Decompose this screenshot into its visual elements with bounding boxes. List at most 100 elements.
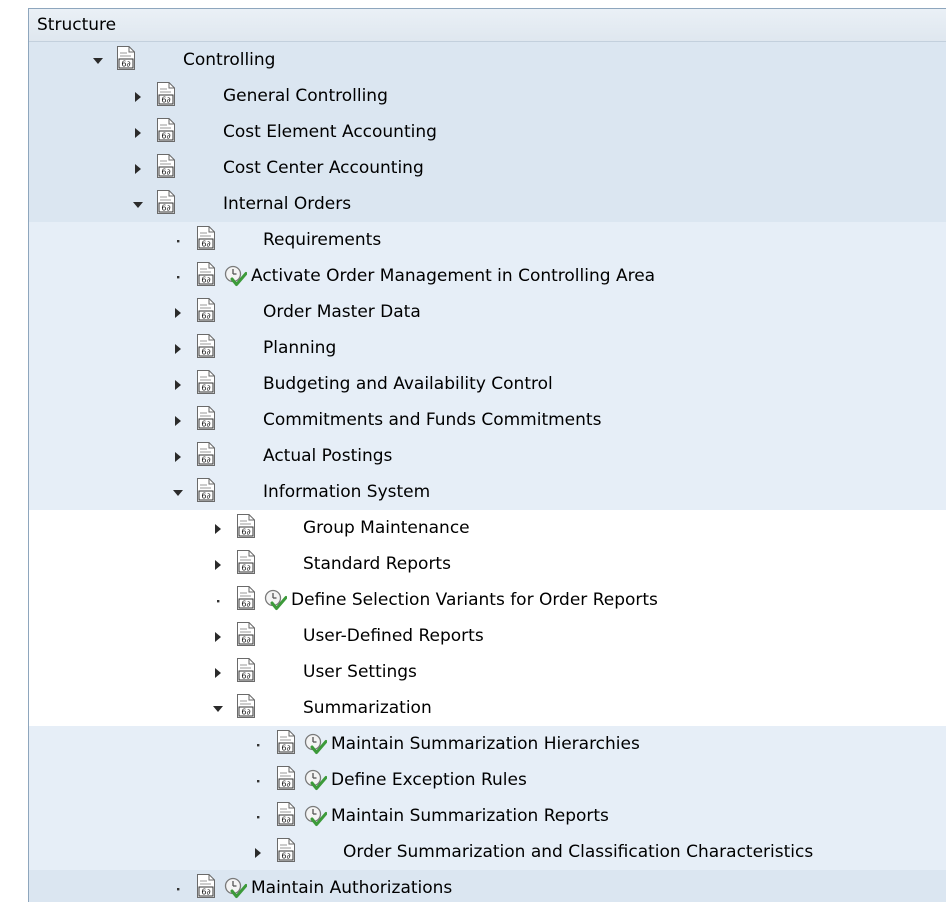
tree-node[interactable]: 6∂ Maintain Authorizations <box>29 870 946 902</box>
tree-node-label[interactable]: Order Master Data <box>263 301 421 323</box>
svg-text:6∂: 6∂ <box>201 888 210 897</box>
tree-node[interactable]: 6∂ User-Defined Reports <box>29 618 946 654</box>
tree-node[interactable]: 6∂ Define Selection Variants for Order Re… <box>29 582 946 618</box>
tree-node-label[interactable]: Planning <box>263 337 336 359</box>
documentation-icon[interactable]: 6∂ <box>236 693 256 719</box>
documentation-icon[interactable]: 6∂ <box>196 405 216 431</box>
tree-node[interactable]: 6∂ Cost Center Accounting <box>29 150 946 186</box>
documentation-icon[interactable]: 6∂ <box>156 153 176 179</box>
documentation-icon[interactable]: 6∂ <box>196 477 216 503</box>
execute-activity-icon[interactable] <box>263 588 288 612</box>
documentation-icon[interactable]: 6∂ <box>236 585 256 611</box>
tree-node-label[interactable]: Maintain Authorizations <box>251 877 452 899</box>
tree-node-label[interactable]: Requirements <box>263 229 381 251</box>
documentation-icon[interactable]: 6∂ <box>276 801 296 827</box>
documentation-icon[interactable]: 6∂ <box>156 117 176 143</box>
documentation-icon[interactable]: 6∂ <box>196 441 216 467</box>
tree-node-label[interactable]: User-Defined Reports <box>303 625 484 647</box>
tree-node[interactable]: 6∂ Summarization <box>29 690 946 726</box>
collapse-triangle-right-icon[interactable] <box>211 629 225 643</box>
collapse-triangle-right-icon[interactable] <box>211 521 225 535</box>
tree-node[interactable]: 6∂ Information System <box>29 474 946 510</box>
tree-node[interactable]: 6∂ Define Exception Rules <box>29 762 946 798</box>
collapse-triangle-right-icon[interactable] <box>171 413 185 427</box>
tree-node-label[interactable]: Group Maintenance <box>303 517 470 539</box>
tree-node-label[interactable]: Commitments and Funds Commitments <box>263 409 601 431</box>
documentation-icon[interactable]: 6∂ <box>156 189 176 215</box>
tree-node[interactable]: 6∂ Order Summarization and Classification… <box>29 834 946 870</box>
tree-node-label[interactable]: Budgeting and Availability Control <box>263 373 553 395</box>
tree-node[interactable]: 6∂ Controlling <box>29 42 946 78</box>
execute-activity-icon[interactable] <box>303 768 328 792</box>
tree-node[interactable]: 6∂ Activate Order Management in Controlli… <box>29 258 946 294</box>
tree-node-label[interactable]: Maintain Summarization Hierarchies <box>331 733 640 755</box>
collapse-triangle-right-icon[interactable] <box>131 125 145 139</box>
expand-triangle-down-icon[interactable] <box>91 53 105 67</box>
tree-node[interactable]: 6∂ User Settings <box>29 654 946 690</box>
documentation-icon[interactable]: 6∂ <box>116 45 136 71</box>
expand-triangle-down-icon[interactable] <box>131 197 145 211</box>
tree-node[interactable]: 6∂ Commitments and Funds Commitments <box>29 402 946 438</box>
tree-node[interactable]: 6∂ Cost Element Accounting <box>29 114 946 150</box>
tree-node-label[interactable]: Cost Element Accounting <box>223 121 437 143</box>
svg-text:6∂: 6∂ <box>201 348 210 357</box>
documentation-icon[interactable]: 6∂ <box>196 333 216 359</box>
tree-node[interactable]: 6∂ Requirements <box>29 222 946 258</box>
tree-node[interactable]: 6∂ Planning <box>29 330 946 366</box>
tree-node[interactable]: 6∂ Internal Orders <box>29 186 946 222</box>
tree-node[interactable]: 6∂ Standard Reports <box>29 546 946 582</box>
collapse-triangle-right-icon[interactable] <box>171 341 185 355</box>
collapse-triangle-right-icon[interactable] <box>211 665 225 679</box>
documentation-icon[interactable]: 6∂ <box>236 657 256 683</box>
tree-node-label[interactable]: Information System <box>263 481 430 503</box>
svg-text:6∂: 6∂ <box>201 420 210 429</box>
tree-node[interactable]: 6∂ Maintain Summarization Hierarchies <box>29 726 946 762</box>
documentation-icon[interactable]: 6∂ <box>196 873 216 899</box>
documentation-icon[interactable]: 6∂ <box>236 513 256 539</box>
structure-column-header[interactable]: Structure <box>29 9 946 42</box>
tree-node-label[interactable]: Summarization <box>303 697 432 719</box>
expand-triangle-down-icon[interactable] <box>211 701 225 715</box>
tree-node[interactable]: 6∂ Maintain Summarization Reports <box>29 798 946 834</box>
documentation-icon[interactable]: 6∂ <box>276 729 296 755</box>
documentation-icon[interactable]: 6∂ <box>236 621 256 647</box>
tree-node-label[interactable]: Internal Orders <box>223 193 351 215</box>
tree-node-label[interactable]: Controlling <box>183 49 275 71</box>
tree-node-label[interactable]: Maintain Summarization Reports <box>331 805 609 827</box>
documentation-icon[interactable]: 6∂ <box>156 81 176 107</box>
documentation-icon[interactable]: 6∂ <box>196 369 216 395</box>
tree-node-label[interactable]: Cost Center Accounting <box>223 157 424 179</box>
tree-node[interactable]: 6∂ General Controlling <box>29 78 946 114</box>
collapse-triangle-right-icon[interactable] <box>251 845 265 859</box>
collapse-triangle-right-icon[interactable] <box>171 449 185 463</box>
collapse-triangle-right-icon[interactable] <box>211 557 225 571</box>
execute-activity-icon[interactable] <box>303 732 328 756</box>
documentation-icon[interactable]: 6∂ <box>276 837 296 863</box>
documentation-icon[interactable]: 6∂ <box>196 225 216 251</box>
execute-activity-icon[interactable] <box>223 876 248 900</box>
tree-node-label[interactable]: Activate Order Management in Controlling… <box>251 265 655 287</box>
tree-node-label[interactable]: Define Exception Rules <box>331 769 527 791</box>
execute-activity-icon[interactable] <box>303 804 328 828</box>
tree-node[interactable]: 6∂ Group Maintenance <box>29 510 946 546</box>
documentation-icon[interactable]: 6∂ <box>276 765 296 791</box>
tree-node-label[interactable]: Actual Postings <box>263 445 392 467</box>
tree-node[interactable]: 6∂ Order Master Data <box>29 294 946 330</box>
tree-node-label[interactable]: General Controlling <box>223 85 388 107</box>
tree-node[interactable]: 6∂ Budgeting and Availability Control <box>29 366 946 402</box>
tree-node[interactable]: 6∂ Actual Postings <box>29 438 946 474</box>
tree-node-label[interactable]: Define Selection Variants for Order Repo… <box>291 589 658 611</box>
documentation-icon[interactable]: 6∂ <box>196 297 216 323</box>
expand-triangle-down-icon[interactable] <box>171 485 185 499</box>
collapse-triangle-right-icon[interactable] <box>131 161 145 175</box>
collapse-triangle-right-icon[interactable] <box>131 89 145 103</box>
documentation-icon[interactable]: 6∂ <box>236 549 256 575</box>
tree-node-label[interactable]: Standard Reports <box>303 553 451 575</box>
execute-activity-icon[interactable] <box>223 264 248 288</box>
svg-text:6∂: 6∂ <box>241 708 250 717</box>
tree-node-label[interactable]: Order Summarization and Classification C… <box>343 841 813 863</box>
collapse-triangle-right-icon[interactable] <box>171 305 185 319</box>
tree-node-label[interactable]: User Settings <box>303 661 417 683</box>
documentation-icon[interactable]: 6∂ <box>196 261 216 287</box>
collapse-triangle-right-icon[interactable] <box>171 377 185 391</box>
